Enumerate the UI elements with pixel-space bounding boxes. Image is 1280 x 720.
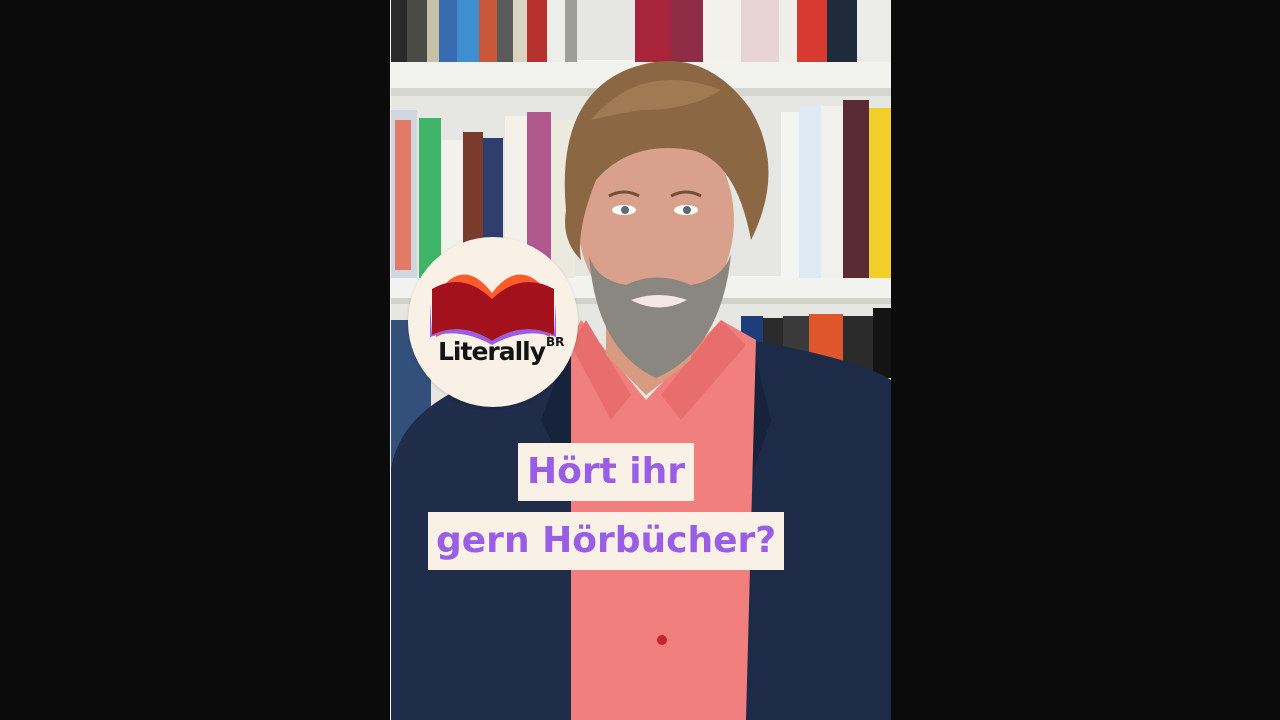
video-stage: Literally BR Hört ihr gern Hörbücher? (0, 0, 1280, 720)
books-top-row (391, 0, 891, 62)
video-frame: Literally BR Hört ihr gern Hörbücher? (390, 0, 891, 720)
caption-line-1: Hört ihr (518, 443, 694, 501)
logo-wordmark: Literally (438, 337, 546, 366)
literally-logo-badge: Literally BR (408, 237, 578, 407)
open-book-icon (430, 274, 556, 345)
logo-brand-mark: BR (546, 335, 565, 349)
caption-line-2: gern Hörbücher? (428, 512, 784, 570)
